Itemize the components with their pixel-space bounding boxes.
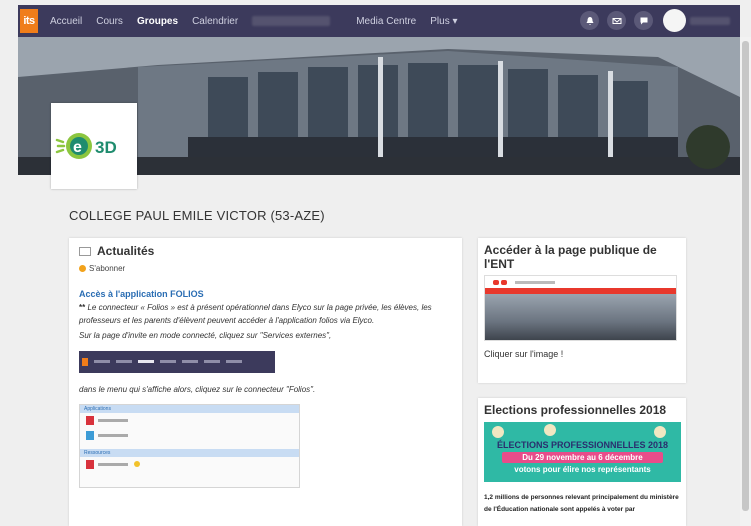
page: its Accueil Cours Groupes Calendrier Med… xyxy=(0,0,751,526)
user-avatar[interactable] xyxy=(663,9,686,32)
shot-nav-6 xyxy=(204,360,220,363)
elections-title: Elections professionnelles 2018 xyxy=(484,403,667,417)
rss-icon xyxy=(79,265,86,272)
post-title[interactable]: Accès à l'application FOLIOS xyxy=(79,289,452,299)
shot-nav-1 xyxy=(94,360,110,363)
post-paragraph-1-text: Le connecteur « Folios » est à présent o… xyxy=(79,303,432,325)
shot-nav-2 xyxy=(116,360,132,363)
svg-text:e: e xyxy=(73,139,82,156)
post-paragraph-2: Sur la page d'invite en mode connecté, c… xyxy=(79,331,332,340)
shot-nav-5 xyxy=(182,360,198,363)
nav-calendrier[interactable]: Calendrier xyxy=(192,16,238,27)
public-page-title: Accéder à la page publique de l'ENT xyxy=(484,243,657,271)
shot-row-3 xyxy=(80,457,299,472)
page-title: COLLEGE PAUL EMILE VICTOR (53-AZE) xyxy=(69,208,325,223)
newspaper-icon xyxy=(79,246,91,256)
thumb-header xyxy=(485,276,676,288)
shot-cursor-icon xyxy=(134,461,140,467)
nav-media-centre[interactable]: Media Centre xyxy=(356,16,416,27)
elections-text: 1,2 millions de personnes relevant princ… xyxy=(484,494,679,513)
elections-img-line2: Du 29 novembre au 6 décembre xyxy=(502,452,663,463)
public-page-card: Accéder à la page publique de l'ENT Cliq… xyxy=(478,238,686,383)
top-navbar: its Accueil Cours Groupes Calendrier Med… xyxy=(18,5,740,37)
shot-nav-4 xyxy=(160,360,176,363)
app-logo[interactable]: its xyxy=(20,9,38,33)
school-logo[interactable]: e 3D xyxy=(51,103,137,189)
nav-groupes[interactable]: Groupes xyxy=(137,16,178,27)
elections-img-line3: votons pour élire nos représentants xyxy=(514,465,651,474)
shot-applications-bar: Applications xyxy=(80,404,299,413)
thumb-building-image xyxy=(485,294,676,340)
nav-accueil[interactable]: Accueil xyxy=(50,16,82,27)
main-nav: Accueil Cours Groupes Calendrier Media C… xyxy=(50,16,458,27)
shot-row-text-3 xyxy=(98,462,128,466)
hand-icon-3 xyxy=(654,426,666,438)
thumb-dot-2 xyxy=(501,279,507,285)
news-title: Actualités xyxy=(97,244,155,258)
subscribe-link[interactable]: S'abonner xyxy=(79,264,452,273)
nav-hidden-item[interactable] xyxy=(252,16,331,26)
nav-cours[interactable]: Cours xyxy=(96,16,123,27)
user-name-hidden[interactable] xyxy=(690,16,730,25)
thumb-dot-1 xyxy=(493,279,499,285)
scrollbar-thumb[interactable] xyxy=(742,41,749,511)
news-card: Actualités S'abonner Accès à l'applicati… xyxy=(69,238,462,526)
top-icons xyxy=(572,9,730,32)
shot-app-icon-1 xyxy=(86,415,94,425)
svg-text:3D: 3D xyxy=(95,138,117,157)
screenshot-services-externes xyxy=(79,350,275,373)
post-paragraph-3: dans le menu qui s'affiche alors, clique… xyxy=(79,384,316,394)
shot-row-2 xyxy=(80,428,299,443)
hand-icon-2 xyxy=(544,424,556,436)
elections-card: Elections professionnelles 2018 ÉLECTION… xyxy=(478,398,686,526)
chat-icon[interactable] xyxy=(634,11,653,30)
thumb-title-line xyxy=(515,280,555,284)
public-page-hint: Cliquer sur l'image ! xyxy=(484,349,564,359)
shot-nav-7 xyxy=(226,360,242,363)
shot-logo xyxy=(82,357,88,366)
shot-ressources-bar: Ressources xyxy=(80,448,299,457)
elections-banner-image[interactable]: ÉLECTIONS PROFESSIONNELLES 2018 Du 29 no… xyxy=(484,422,681,482)
news-header: Actualités xyxy=(79,244,452,258)
bell-icon[interactable] xyxy=(580,11,599,30)
subscribe-label: S'abonner xyxy=(89,264,126,273)
post-stars: ** xyxy=(79,303,86,312)
shot-row-text-2 xyxy=(98,433,128,437)
screenshot-folios-menu: Applications Ressources xyxy=(79,403,300,488)
public-page-thumbnail[interactable] xyxy=(484,275,677,341)
shot-app-icon-3 xyxy=(86,459,94,469)
page-scrollbar[interactable] xyxy=(740,37,751,526)
shot-row-text-1 xyxy=(98,418,128,422)
hand-icon-1 xyxy=(492,426,504,438)
shot-app-icon-2 xyxy=(86,430,94,440)
elections-img-line1: ÉLECTIONS PROFESSIONNELLES 2018 xyxy=(496,440,669,450)
nav-plus-dropdown[interactable]: Plus ▾ xyxy=(430,16,457,27)
mail-icon[interactable] xyxy=(607,11,626,30)
shot-row-1 xyxy=(80,413,299,428)
post-paragraph-1: ** Le connecteur « Folios » est à présen… xyxy=(79,302,452,327)
shot-nav-3 xyxy=(138,360,154,363)
